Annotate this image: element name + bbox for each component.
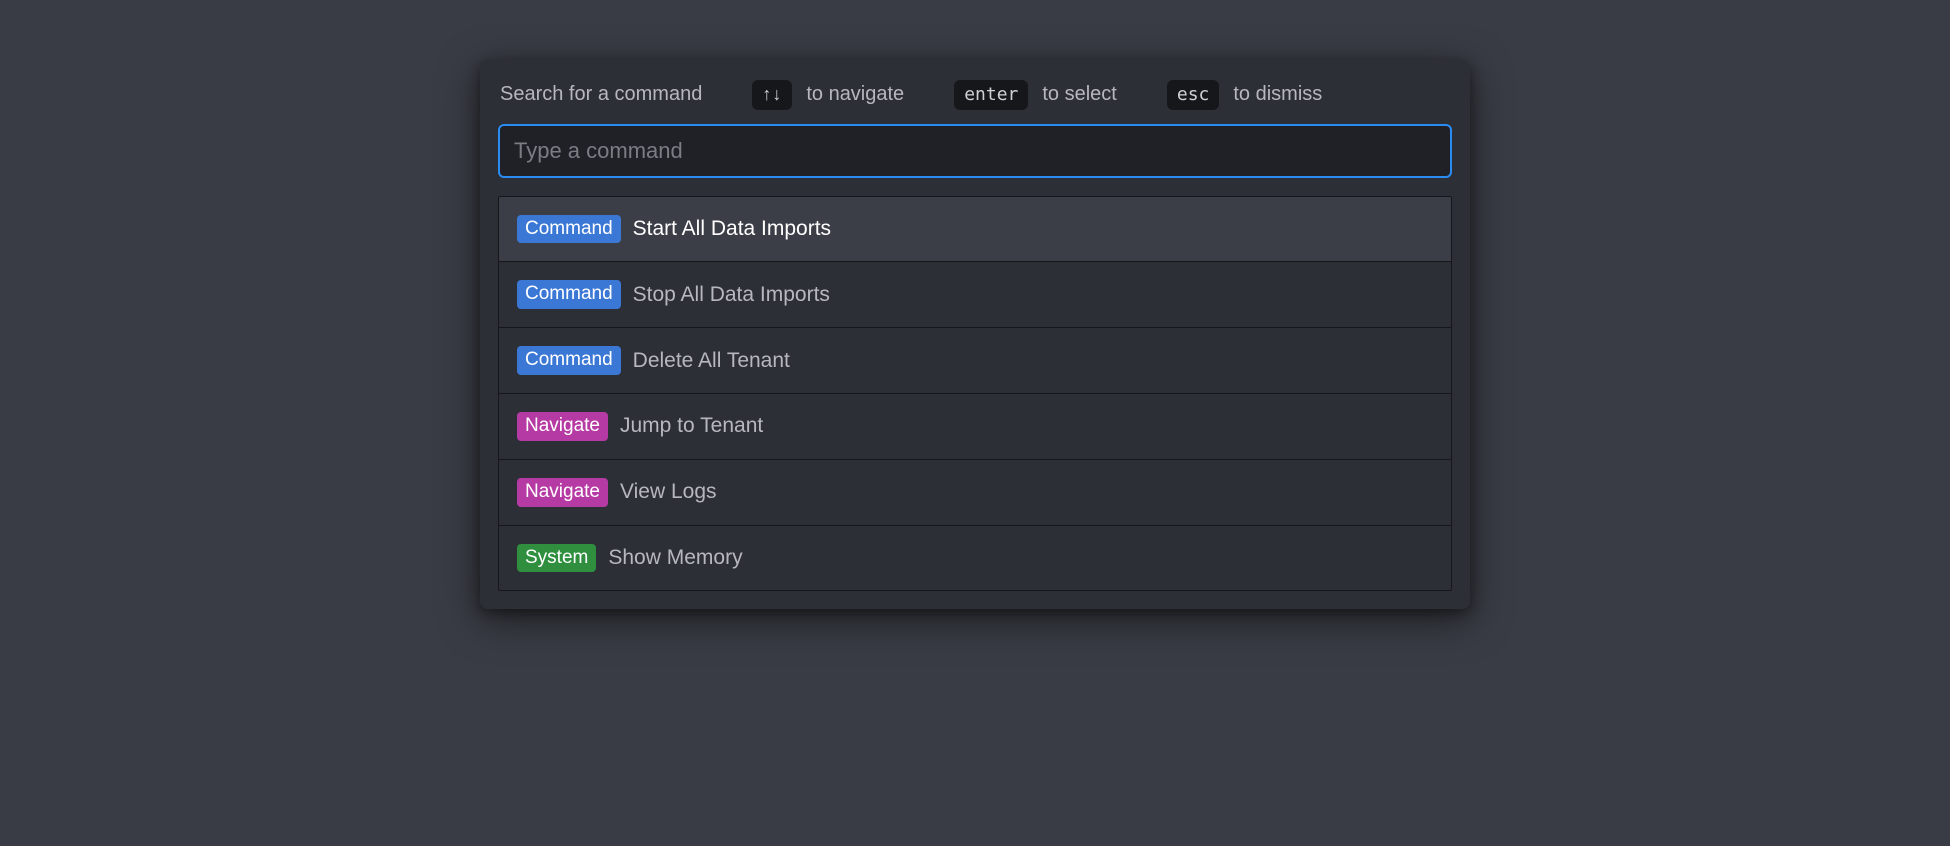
result-label: Jump to Tenant bbox=[620, 414, 763, 438]
results-list: Command Start All Data Imports Command S… bbox=[498, 196, 1452, 592]
result-label: View Logs bbox=[620, 480, 717, 504]
enter-key-icon: enter bbox=[954, 80, 1028, 110]
hints-row: Search for a command ↑↓ to navigate ente… bbox=[498, 78, 1452, 124]
result-row-stop-all-data-imports[interactable]: Command Stop All Data Imports bbox=[499, 262, 1451, 328]
result-row-show-memory[interactable]: System Show Memory bbox=[499, 526, 1451, 591]
result-row-delete-all-tenant[interactable]: Command Delete All Tenant bbox=[499, 328, 1451, 394]
arrows-key-icon: ↑↓ bbox=[752, 80, 792, 110]
navigate-tag: Navigate bbox=[517, 412, 608, 441]
result-row-jump-to-tenant[interactable]: Navigate Jump to Tenant bbox=[499, 394, 1451, 460]
result-row-start-all-data-imports[interactable]: Command Start All Data Imports bbox=[499, 197, 1451, 263]
hint-select: to select bbox=[1042, 83, 1116, 106]
result-label: Show Memory bbox=[608, 546, 742, 570]
result-label: Stop All Data Imports bbox=[633, 283, 830, 307]
navigate-tag: Navigate bbox=[517, 478, 608, 507]
command-palette: Search for a command ↑↓ to navigate ente… bbox=[480, 60, 1470, 609]
system-tag: System bbox=[517, 544, 596, 573]
result-row-view-logs[interactable]: Navigate View Logs bbox=[499, 460, 1451, 526]
hint-dismiss: to dismiss bbox=[1233, 83, 1322, 106]
command-tag: Command bbox=[517, 346, 621, 375]
search-prompt: Search for a command bbox=[500, 83, 702, 106]
esc-key-icon: esc bbox=[1167, 80, 1220, 110]
search-input[interactable] bbox=[498, 124, 1452, 178]
command-tag: Command bbox=[517, 280, 621, 309]
command-tag: Command bbox=[517, 215, 621, 244]
result-label: Delete All Tenant bbox=[633, 349, 790, 373]
result-label: Start All Data Imports bbox=[633, 217, 831, 241]
hint-navigate: to navigate bbox=[806, 83, 904, 106]
